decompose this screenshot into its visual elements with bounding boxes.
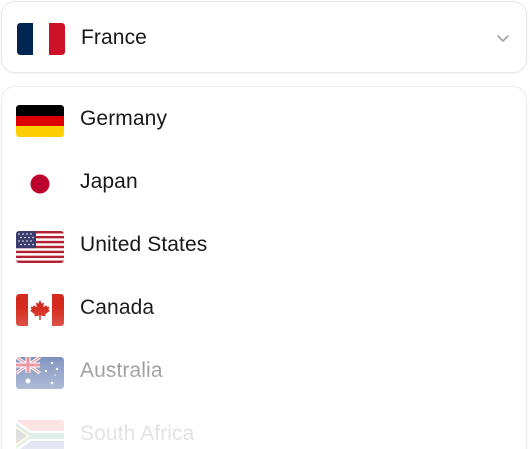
- canada-flag-icon: [16, 294, 64, 326]
- united-states-flag-icon: [16, 231, 64, 263]
- option-japan[interactable]: Japan: [2, 150, 526, 212]
- australia-flag-icon: [16, 357, 64, 389]
- france-flag-icon: [17, 23, 65, 55]
- chevron-down-icon[interactable]: [496, 30, 510, 42]
- option-germany[interactable]: Germany: [2, 87, 526, 149]
- option-label: Germany: [80, 107, 168, 130]
- option-label: Australia: [80, 359, 163, 382]
- option-label: United States: [80, 233, 208, 256]
- option-united-states[interactable]: United States: [2, 213, 526, 275]
- option-label: Canada: [80, 296, 155, 319]
- country-options-list[interactable]: Germany Japan United States Canada Austr…: [1, 86, 527, 449]
- south-africa-flag-icon: [16, 420, 64, 449]
- option-label: South Africa: [80, 422, 195, 445]
- country-select-screen: France Germany Japan United States Canad…: [0, 0, 530, 449]
- germany-flag-icon: [16, 105, 64, 137]
- option-australia[interactable]: Australia: [2, 339, 526, 401]
- option-label: Japan: [80, 170, 138, 193]
- japan-flag-icon: [16, 168, 64, 200]
- selected-country-label: France: [81, 26, 147, 49]
- country-select-trigger[interactable]: France: [1, 1, 527, 73]
- option-canada[interactable]: Canada: [2, 276, 526, 338]
- option-south-africa[interactable]: South Africa: [2, 402, 526, 449]
